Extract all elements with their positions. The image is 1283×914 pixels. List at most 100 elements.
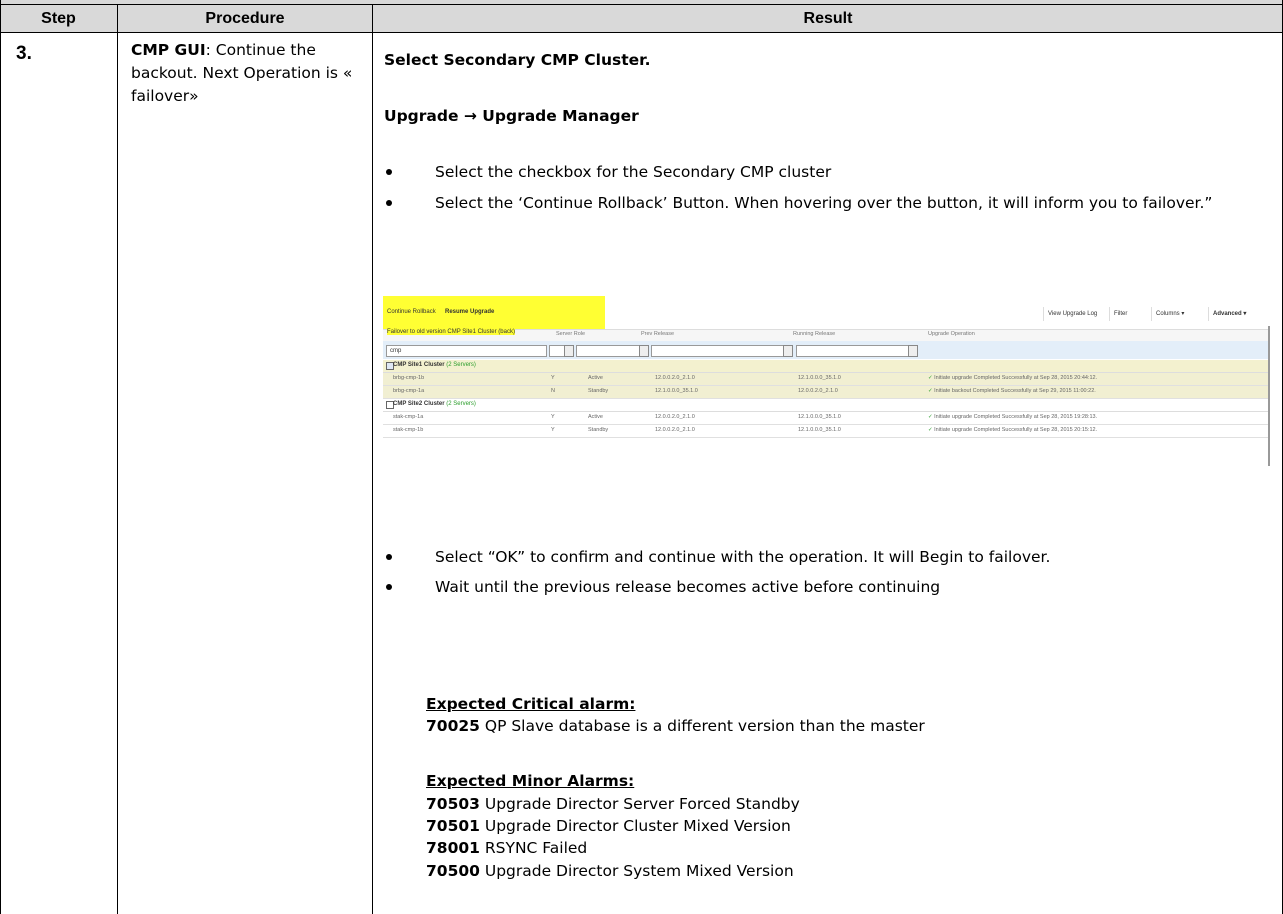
columns-button[interactable]: Columns ▾ — [1151, 307, 1188, 321]
column-divider-1 — [117, 5, 118, 914]
prev-release: 12.0.0.2.0_2.1.0 — [655, 427, 695, 433]
prev-release-filter-dropdown[interactable] — [783, 345, 793, 357]
running-release-filter-dropdown[interactable] — [908, 345, 918, 357]
continue-rollback-button[interactable]: Continue Rollback — [387, 309, 436, 315]
nav-upgrade-manager: Upgrade Manager — [476, 107, 639, 125]
check-icon: ✓ — [928, 375, 933, 381]
server-name: stak-cmp-1b — [393, 427, 424, 433]
procedure-label: CMP GUI — [131, 41, 206, 59]
cluster-group-row[interactable]: CMP Site1 Cluster (2 Servers) — [383, 360, 1268, 373]
cluster-name-text: CMP Site2 Cluster — [393, 401, 445, 407]
upgrade-operation: ✓ Initiate upgrade Completed Successfull… — [928, 375, 1097, 381]
running-release: 12.1.0.0.0_35.1.0 — [798, 375, 841, 381]
bullet-item: Select the checkbox for the Secondary CM… — [435, 163, 832, 181]
server-role: Standby — [588, 427, 609, 433]
operation-text: Initiate upgrade Completed Successfully … — [934, 427, 1098, 433]
check-icon: ✓ — [928, 414, 933, 420]
cluster-group-row[interactable]: CMP Site2 Cluster (2 Servers) — [383, 399, 1268, 412]
check-icon: ✓ — [928, 388, 933, 394]
bullet-icon — [384, 582, 394, 592]
running-release: 12.0.0.2.0_2.1.0 — [798, 388, 838, 394]
server-name: stak-cmp-1a — [393, 414, 424, 420]
minor-alarm-heading: Expected Minor Alarms: — [426, 772, 635, 790]
alarm-code: 70503 — [426, 795, 480, 813]
failover-tooltip: Failover to old version CMP Site1 Cluste… — [387, 329, 515, 335]
server-name: brbg-cmp-1a — [393, 388, 425, 394]
column-server-role: Server Role — [556, 331, 586, 337]
resume-upgrade-button[interactable]: Resume Upgrade — [445, 309, 494, 315]
header-result: Result — [803, 10, 853, 27]
prev-release: 12.1.0.0.0_35.1.0 — [655, 388, 698, 394]
alarm-text: Upgrade Director Server Forced Standby — [479, 795, 800, 813]
server-role-filter-input[interactable] — [576, 345, 640, 357]
server-flag: Y — [551, 414, 555, 420]
arrow-right-icon: → — [463, 107, 477, 125]
operation-text: Initiate upgrade Completed Successfully … — [934, 375, 1098, 381]
upgrade-operation: ✓ Initiate backout Completed Successfull… — [928, 388, 1096, 394]
table-header-row: Step Procedure Result — [0, 5, 1283, 33]
alarm-text: Upgrade Director Cluster Mixed Version — [479, 817, 791, 835]
critical-alarm-title: Expected Critical alarm: — [426, 695, 635, 713]
check-icon: ✓ — [928, 427, 933, 433]
result-instruction: Select Secondary CMP Cluster. — [384, 51, 651, 69]
role-filter-input[interactable] — [549, 345, 565, 357]
operation-text: Initiate backout Completed Successfully … — [934, 388, 1096, 394]
procedure-text: CMP GUI: Continue the backout. Next Oper… — [131, 39, 371, 108]
alarm-code: 70025 — [426, 717, 480, 735]
alarm-text: QP Slave database is a different version… — [479, 717, 925, 735]
alarm-text: RSYNC Failed — [479, 839, 588, 857]
alarm-code: 78001 — [426, 839, 480, 857]
column-running-release: Running Release — [793, 331, 836, 337]
bullet-icon — [384, 552, 394, 562]
server-flag: Y — [551, 427, 555, 433]
server-flag: N — [551, 388, 555, 394]
filter-button[interactable]: Filter — [1109, 307, 1131, 321]
procedure-table: Step Procedure Result 3. CMP GUI: Contin… — [0, 0, 1283, 914]
bullet-icon — [384, 167, 394, 177]
column-upgrade-operation: Upgrade Operation — [928, 331, 975, 337]
cluster-count: (2 Servers) — [446, 362, 476, 368]
cluster-name: CMP Site1 Cluster (2 Servers) — [393, 362, 476, 368]
prev-release: 12.0.0.2.0_2.1.0 — [655, 375, 695, 381]
table-row[interactable]: stak-cmp-1a Y Active 12.0.0.2.0_2.1.0 12… — [383, 412, 1268, 425]
advanced-button[interactable]: Advanced ▾ — [1208, 307, 1250, 321]
upgrade-operation: ✓ Initiate upgrade Completed Successfull… — [928, 414, 1097, 420]
header-procedure: Procedure — [205, 10, 285, 27]
cluster-name: CMP Site2 Cluster (2 Servers) — [393, 401, 476, 407]
nav-upgrade: Upgrade — [384, 107, 464, 125]
operation-text: Initiate upgrade Completed Successfully … — [934, 414, 1098, 420]
prev-release-filter-input[interactable] — [651, 345, 785, 357]
table-row[interactable]: brbg-cmp-1b Y Active 12.0.0.2.0_2.1.0 12… — [383, 373, 1268, 386]
alarm-code: 70501 — [426, 817, 480, 835]
server-role: Active — [588, 375, 603, 381]
table-border-left — [0, 0, 1, 914]
minor-alarm-item: 70503 Upgrade Director Server Forced Sta… — [426, 795, 800, 813]
column-divider-2 — [372, 5, 373, 914]
minor-alarm-item: 78001 RSYNC Failed — [426, 839, 587, 857]
minor-alarm-item: 70501 Upgrade Director Cluster Mixed Ver… — [426, 817, 791, 835]
bullet-item: Select “OK” to confirm and continue with… — [435, 548, 1051, 566]
role-filter-dropdown[interactable] — [564, 345, 574, 357]
cluster-name-text: CMP Site1 Cluster — [393, 362, 445, 368]
server-role-filter-dropdown[interactable] — [639, 345, 649, 357]
server-flag: Y — [551, 375, 555, 381]
server-name: brbg-cmp-1b — [393, 375, 425, 381]
bullet-item: Select the ‘Continue Rollback’ Button. W… — [435, 194, 1213, 212]
column-prev-release: Prev Release — [641, 331, 675, 337]
bullet-icon — [384, 198, 394, 208]
minor-alarm-item: 70500 Upgrade Director System Mixed Vers… — [426, 862, 794, 880]
bullet-item: Wait until the previous release becomes … — [435, 578, 941, 596]
cluster-count: (2 Servers) — [446, 401, 476, 407]
running-release: 12.1.0.0.0_35.1.0 — [798, 427, 841, 433]
running-release-filter-input[interactable] — [796, 345, 910, 357]
alarm-code: 70500 — [426, 862, 480, 880]
name-filter-input[interactable]: cmp — [386, 345, 547, 357]
server-role: Active — [588, 414, 603, 420]
table-row[interactable]: brbg-cmp-1a N Standby 12.1.0.0.0_35.1.0 … — [383, 386, 1268, 399]
header-step: Step — [41, 10, 76, 27]
critical-alarm-heading: Expected Critical alarm: — [426, 695, 636, 713]
step-number: 3. — [16, 43, 32, 64]
scrollbar[interactable] — [1268, 326, 1270, 466]
table-row[interactable]: stak-cmp-1b Y Standby 12.0.0.2.0_2.1.0 1… — [383, 425, 1268, 438]
view-upgrade-log-button[interactable]: View Upgrade Log — [1043, 307, 1101, 321]
